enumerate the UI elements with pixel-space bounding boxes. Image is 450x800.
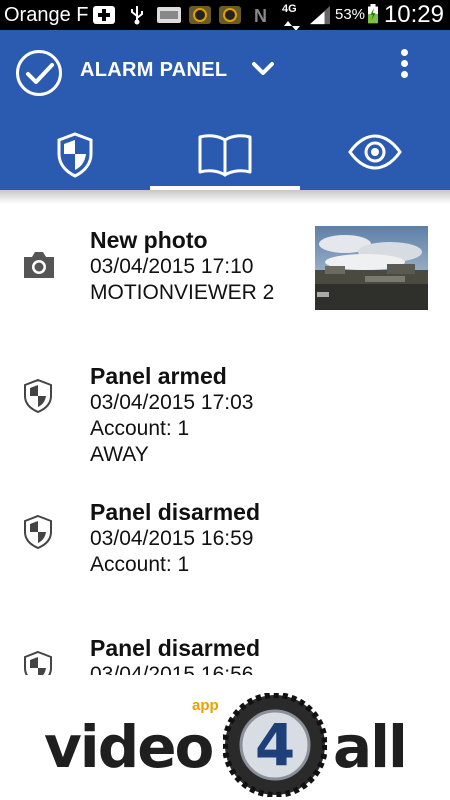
event-title: New photo: [90, 227, 208, 253]
event-account: Account: 1: [90, 553, 190, 576]
network-type: 4G: [282, 3, 297, 15]
signal-strength-icon: [310, 5, 330, 25]
event-mode: AWAY: [90, 443, 149, 466]
more-dot-icon: [400, 60, 408, 67]
eye-icon: [348, 134, 402, 170]
status-bar: Orange F N 4G 53% 10:29: [0, 0, 450, 31]
app-bar: ALARM PANEL: [0, 30, 450, 190]
nfc-icon: N: [254, 6, 267, 25]
carrier-name: Orange F: [4, 4, 89, 26]
page-title: ALARM PANEL: [80, 59, 228, 81]
overflow-menu-button[interactable]: [392, 46, 416, 86]
event-account: Account: 1: [90, 417, 190, 440]
event-title: Panel disarmed: [90, 635, 261, 661]
logo-text-video: video: [44, 713, 214, 781]
battery-percent: 53%: [335, 6, 366, 23]
svg-text:N: N: [254, 6, 267, 25]
tab-view[interactable]: [300, 120, 450, 190]
shield-icon: [57, 132, 93, 178]
image-notification-icon: [157, 7, 181, 23]
check-circle-icon: [16, 50, 62, 96]
event-timestamp: 03/04/2015 16:56: [90, 663, 254, 675]
app-notification-icon-2: [219, 6, 241, 24]
photo-thumbnail[interactable]: [315, 226, 428, 310]
more-dot-icon: [400, 49, 408, 56]
appbar-shadow: [0, 190, 450, 204]
tab-bar: [0, 120, 450, 190]
logo-text-app: app: [192, 697, 219, 714]
more-dot-icon: [400, 71, 408, 78]
logo-text-all: all: [333, 713, 408, 781]
tab-panel[interactable]: [0, 120, 150, 190]
event-timestamp: 03/04/2015 16:59: [90, 527, 254, 550]
event-title: Panel armed: [90, 363, 227, 389]
shield-icon: [24, 378, 52, 414]
tab-events[interactable]: [150, 120, 300, 190]
plus-notification-icon: [93, 6, 115, 24]
camera-icon: [24, 252, 54, 278]
shield-icon: [24, 514, 52, 550]
logo-number: 4: [255, 711, 295, 779]
event-timestamp: 03/04/2015 17:10: [90, 255, 254, 278]
shield-icon: [24, 650, 52, 675]
event-list[interactable]: New photo 03/04/2015 17:10 MOTIONVIEWER …: [0, 190, 450, 675]
clock: 10:29: [383, 1, 444, 28]
book-icon: [198, 134, 252, 177]
battery-charging-icon: [368, 4, 378, 24]
tyre-logo-icon: 4: [223, 693, 327, 797]
app-notification-icon: [189, 6, 211, 24]
event-title: Panel disarmed: [90, 499, 261, 525]
chevron-down-icon[interactable]: [250, 56, 276, 82]
usb-icon: [131, 6, 143, 25]
brand-footer: video app 4 all: [0, 675, 450, 800]
event-detail: MOTIONVIEWER 2: [90, 281, 275, 304]
event-timestamp: 03/04/2015 17:03: [90, 391, 254, 414]
